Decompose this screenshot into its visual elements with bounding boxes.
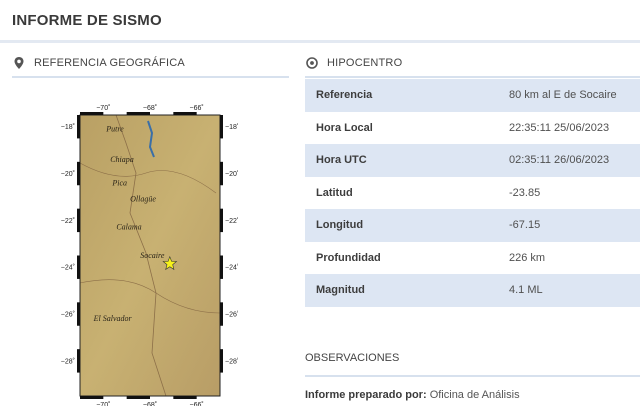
frame-bar	[77, 349, 80, 373]
target-icon	[305, 56, 319, 70]
lat-tick-label-right: −26˚	[225, 311, 238, 319]
map-pin-icon	[12, 56, 26, 70]
row-value: 4.1 ML	[509, 274, 640, 307]
lat-tick-label-left: −24˚	[61, 264, 75, 272]
lat-tick-label-right: −24˚	[225, 264, 238, 272]
informe-label: Informe preparado por:	[305, 389, 427, 401]
row-value: 22:35:11 25/06/2023	[509, 111, 640, 144]
table-row: Referencia 80 km al E de Socaire	[305, 79, 640, 112]
frame-bar	[173, 396, 197, 399]
frame-bar	[220, 208, 223, 233]
lon-tick-label-bottom: −70˚	[96, 401, 110, 406]
place-label: Ollagüe	[130, 195, 156, 204]
frame-bar	[77, 161, 80, 186]
table-row: Longitud -67.15	[305, 209, 640, 242]
frame-bar	[80, 112, 104, 115]
lat-tick-label-left: −20˚	[61, 170, 75, 178]
row-value: 226 km	[509, 241, 640, 274]
hipo-section-title: HIPOCENTRO	[327, 57, 403, 69]
hipo-section-header: HIPOCENTRO	[305, 52, 402, 74]
frame-bar	[220, 302, 223, 326]
lon-tick-label-top: −68˚	[143, 104, 157, 112]
frame-bar	[173, 112, 197, 115]
row-label: Magnitud	[305, 274, 509, 307]
geo-map: −70˚ −70˚ −68˚ −68˚ −66˚ −66˚ −18˚ −18˚ −20˚ −20˚…	[56, 103, 239, 409]
lat-tick-label-right: −28˚	[225, 357, 238, 365]
row-value: 02:35:11 26/06/2023	[509, 144, 640, 177]
frame-bar	[77, 115, 80, 139]
hypocenter-table: Referencia 80 km al E de Socaire Hora Loc…	[305, 79, 640, 307]
table-row: Latitud -23.85	[305, 176, 640, 209]
page-title: INFORME DE SISMO	[12, 12, 162, 29]
row-label: Referencia	[305, 79, 509, 112]
place-label: Calama	[116, 223, 141, 232]
title-divider	[0, 40, 640, 43]
lat-tick-label-left: −22˚	[61, 217, 75, 225]
row-label: Hora Local	[305, 111, 509, 144]
frame-bar	[80, 396, 104, 399]
place-label: Putre	[105, 124, 124, 133]
frame-bar	[77, 302, 80, 326]
frame-bar	[220, 115, 223, 139]
informe-line: Informe preparado por: Oficina de Anális…	[305, 389, 520, 401]
lon-tick-label-bottom: −66˚	[190, 401, 204, 406]
row-value: -67.15	[509, 209, 640, 242]
informe-value: Oficina de Análisis	[429, 389, 520, 401]
observaciones-divider	[305, 375, 640, 377]
lat-tick-label-left: −26˚	[61, 311, 75, 319]
table-row: Magnitud 4.1 ML	[305, 274, 640, 307]
observaciones-header: OBSERVACIONES	[305, 352, 400, 364]
row-label: Latitud	[305, 176, 509, 209]
place-label: Socaire	[140, 251, 165, 260]
hipo-section-divider	[305, 76, 640, 78]
frame-bar	[220, 161, 223, 186]
row-label: Profundidad	[305, 241, 509, 274]
frame-bar	[126, 112, 150, 115]
lon-tick-label-top: −66˚	[190, 104, 204, 112]
geo-section-title: REFERENCIA GEOGRÁFICA	[34, 57, 185, 69]
frame-bar	[220, 349, 223, 373]
lon-tick-label-bottom: −68˚	[143, 401, 157, 406]
geo-section-divider	[12, 76, 289, 78]
table-row: Hora UTC 02:35:11 26/06/2023	[305, 144, 640, 177]
row-value: 80 km al E de Socaire	[509, 79, 640, 112]
lat-tick-label-left: −28˚	[61, 357, 75, 365]
map-figure: −70˚ −70˚ −68˚ −68˚ −66˚ −66˚ −18˚ −18˚ −20˚ −20˚…	[61, 104, 239, 409]
table-row: Profundidad 226 km	[305, 241, 640, 274]
row-label: Longitud	[305, 209, 509, 242]
lat-tick-label-right: −18˚	[225, 123, 238, 131]
place-label: Pica	[111, 178, 127, 187]
row-label: Hora UTC	[305, 144, 509, 177]
frame-bar	[126, 396, 150, 399]
lon-tick-label-top: −70˚	[96, 104, 110, 112]
place-label: Chiapa	[110, 155, 134, 164]
place-label: El Salvador	[93, 314, 133, 323]
geo-section-header: REFERENCIA GEOGRÁFICA	[12, 52, 185, 74]
lat-tick-label-right: −20˚	[225, 170, 238, 178]
lat-tick-label-right: −22˚	[225, 217, 238, 225]
lat-tick-label-left: −18˚	[61, 123, 75, 131]
row-value: -23.85	[509, 176, 640, 209]
frame-bar	[77, 208, 80, 233]
table-row: Hora Local 22:35:11 25/06/2023	[305, 111, 640, 144]
frame-bar	[220, 255, 223, 279]
frame-bar	[77, 255, 80, 279]
